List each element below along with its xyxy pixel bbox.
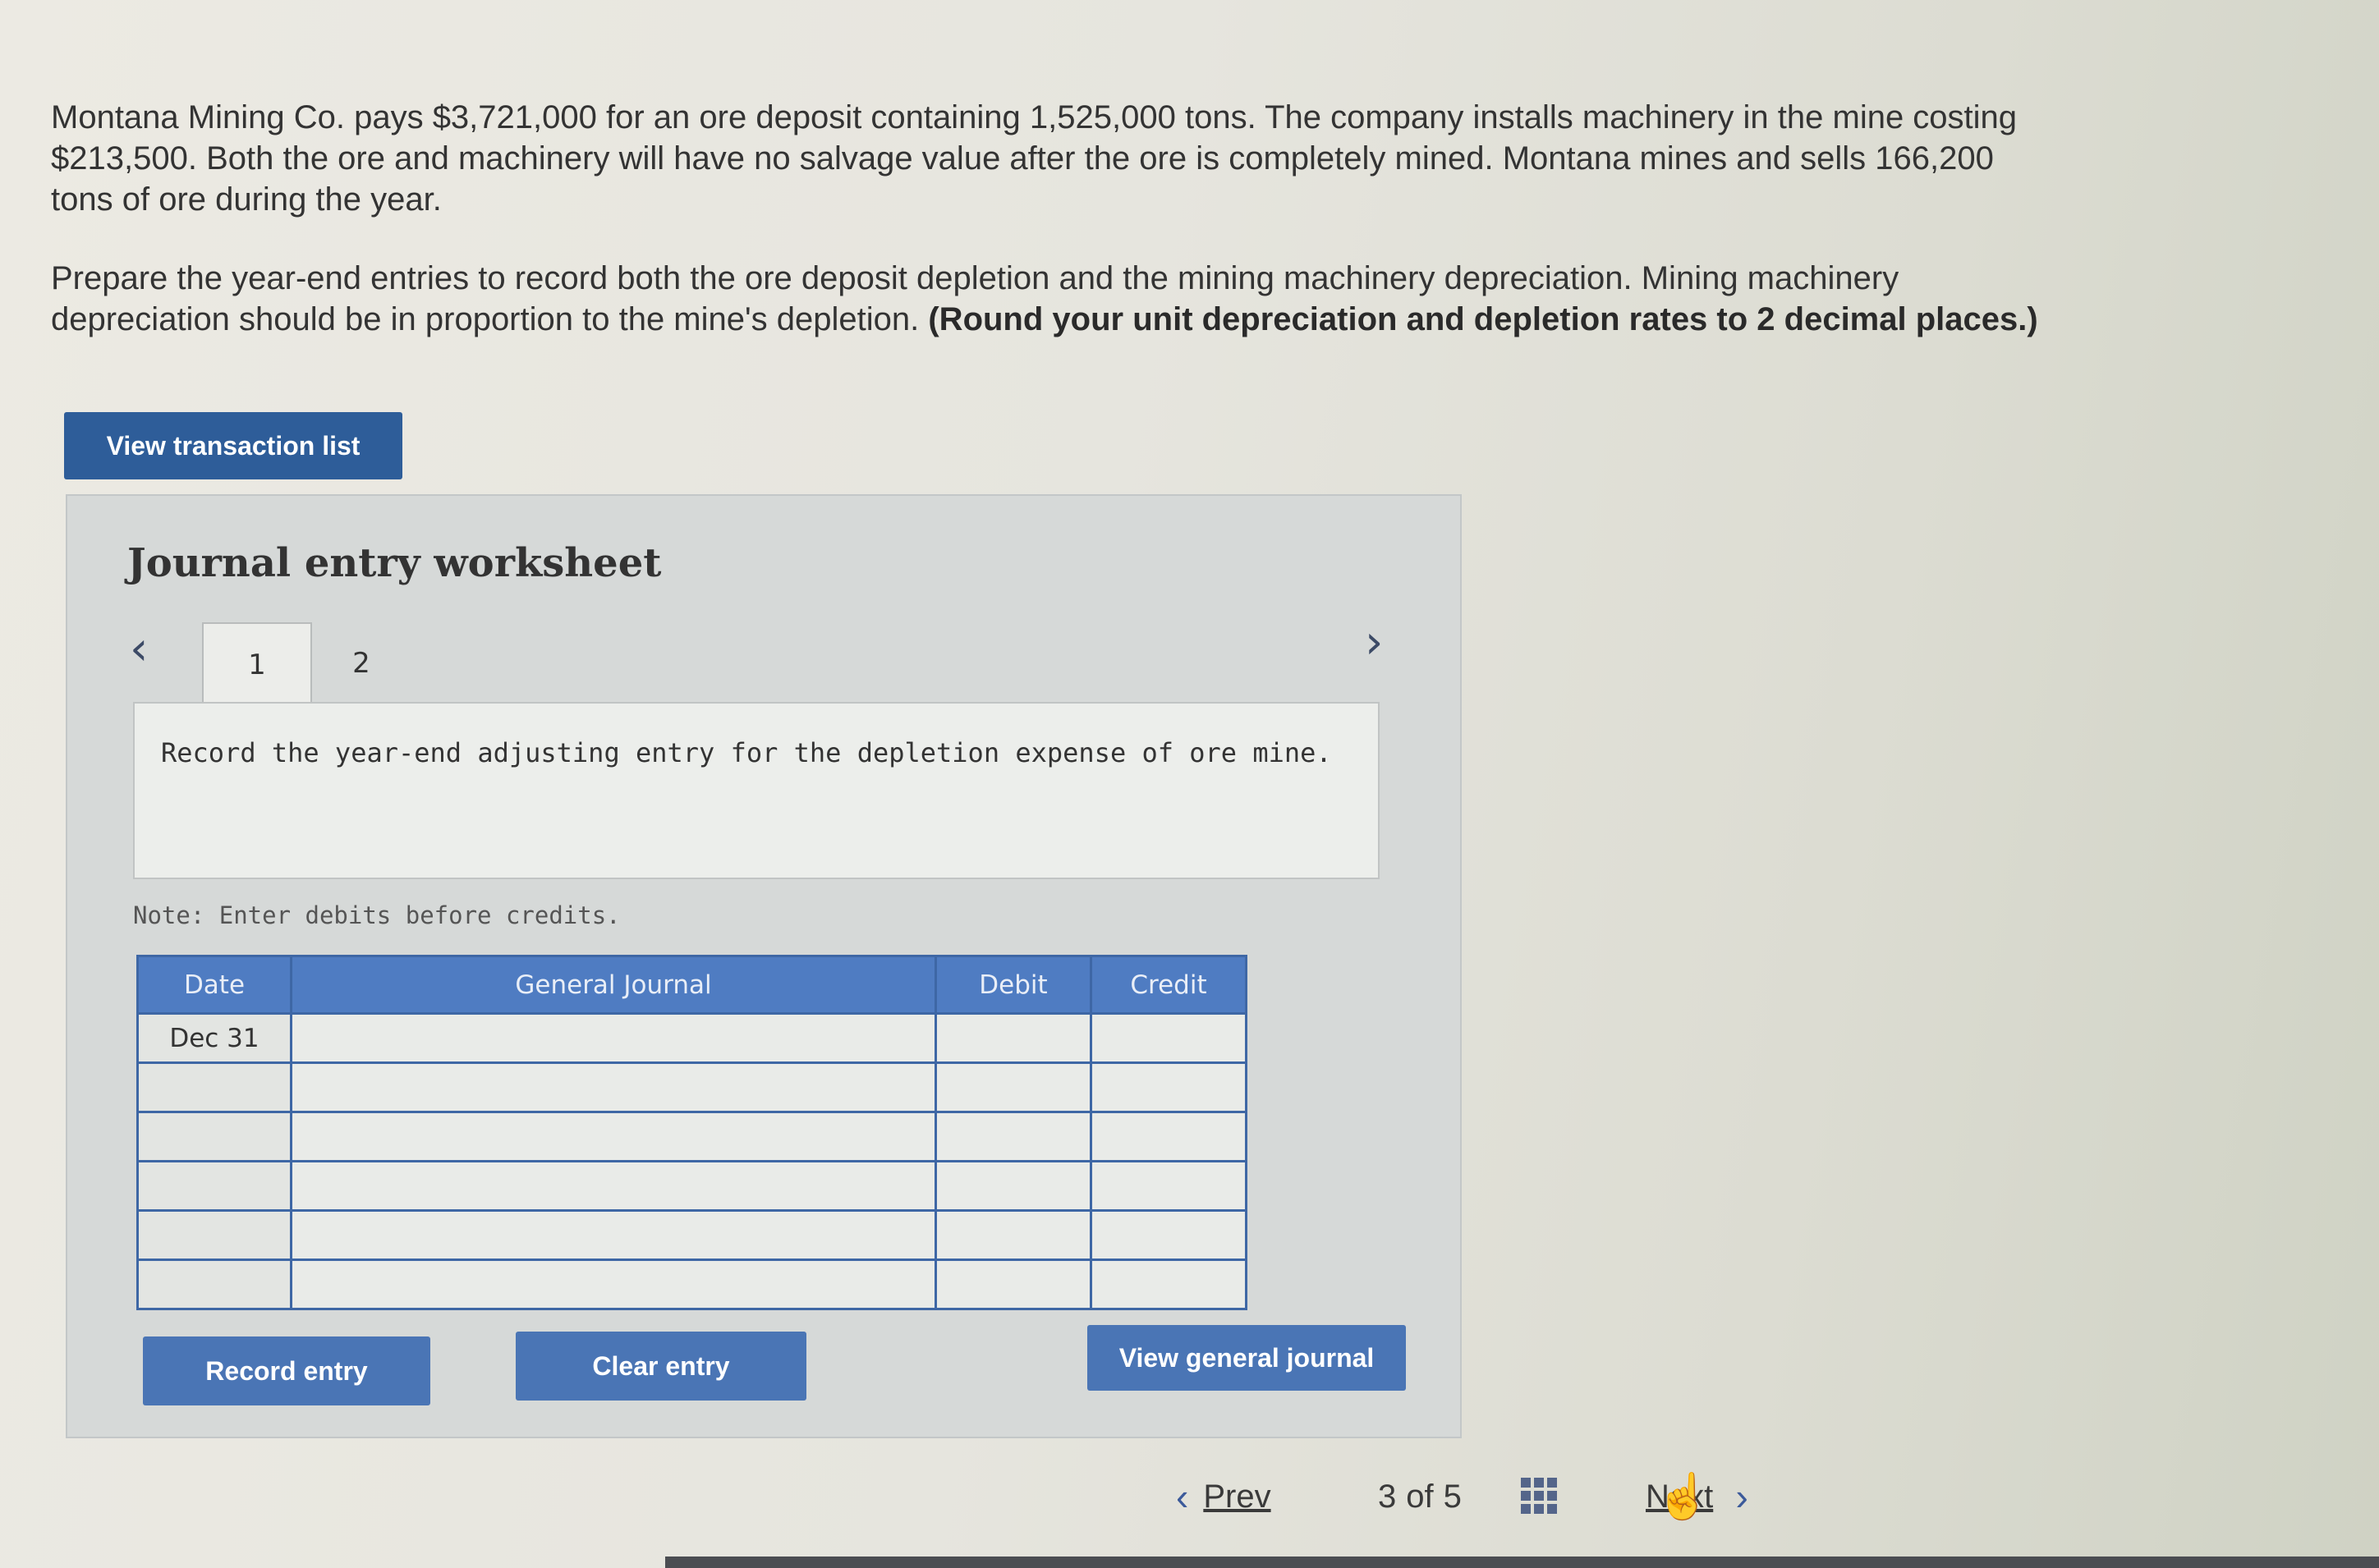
debit-input[interactable] xyxy=(935,1111,1092,1162)
note-text: Note: Enter debits before credits. xyxy=(133,901,621,929)
account-select[interactable] xyxy=(290,1012,937,1064)
page-of: of xyxy=(1406,1478,1434,1515)
date-cell xyxy=(136,1061,292,1113)
prev-link[interactable]: ‹ Prev xyxy=(1176,1468,1271,1525)
chevron-right-icon: › xyxy=(1735,1475,1748,1518)
table-row xyxy=(136,1209,1247,1261)
table-row xyxy=(136,1111,1247,1162)
total-pages: 5 xyxy=(1443,1478,1462,1515)
chevron-left-icon: ‹ xyxy=(1176,1475,1189,1518)
account-select[interactable] xyxy=(290,1259,937,1310)
debit-input[interactable] xyxy=(935,1259,1092,1310)
credit-input[interactable] xyxy=(1090,1012,1247,1064)
instruction-box xyxy=(133,702,1380,879)
date-cell: Dec 31 xyxy=(136,1012,292,1064)
problem-paragraph-2: Prepare the year-end entries to record b… xyxy=(51,258,2055,340)
table-row xyxy=(136,1160,1247,1212)
current-page: 3 xyxy=(1378,1478,1397,1515)
date-cell xyxy=(136,1160,292,1212)
date-cell xyxy=(136,1111,292,1162)
view-general-journal-button[interactable]: View general journal xyxy=(1087,1325,1406,1391)
chevron-left-icon[interactable]: ‹ xyxy=(130,622,148,676)
tab-2[interactable]: 2 xyxy=(328,622,394,704)
debit-input[interactable] xyxy=(935,1160,1092,1212)
chevron-right-icon[interactable]: › xyxy=(1365,616,1383,669)
table-row xyxy=(136,1259,1247,1310)
debit-input[interactable] xyxy=(935,1061,1092,1113)
clear-entry-button[interactable]: Clear entry xyxy=(516,1332,806,1401)
debit-input[interactable] xyxy=(935,1012,1092,1064)
account-select[interactable] xyxy=(290,1061,937,1113)
problem-paragraph-1: Montana Mining Co. pays $3,721,000 for a… xyxy=(51,99,2018,218)
prev-label: Prev xyxy=(1203,1478,1271,1515)
journal-header-row: Date General Journal Debit Credit xyxy=(136,955,1247,1015)
problem-statement: Montana Mining Co. pays $3,721,000 for a… xyxy=(51,97,2055,340)
account-select[interactable] xyxy=(290,1111,937,1162)
worksheet-title: Journal entry worksheet xyxy=(127,540,662,586)
table-row: Dec 31 xyxy=(136,1012,1247,1064)
view-transaction-list-button[interactable]: View transaction list xyxy=(64,412,402,479)
table-row xyxy=(136,1061,1247,1113)
date-cell xyxy=(136,1259,292,1310)
rounding-instruction: (Round your unit depreciation and deplet… xyxy=(928,301,2038,337)
date-cell xyxy=(136,1209,292,1261)
credit-input[interactable] xyxy=(1090,1061,1247,1113)
credit-column-header: Credit xyxy=(1090,955,1247,1015)
page-indicator: 3 of 5 xyxy=(1378,1468,1462,1525)
credit-input[interactable] xyxy=(1090,1209,1247,1261)
general-journal-column-header: General Journal xyxy=(290,955,937,1015)
bottom-bar xyxy=(665,1557,2379,1568)
instruction-text: Record the year-end adjusting entry for … xyxy=(161,737,1332,768)
hand-cursor-icon: ☝ xyxy=(1656,1471,1711,1521)
account-select[interactable] xyxy=(290,1209,937,1261)
debit-input[interactable] xyxy=(935,1209,1092,1261)
account-select[interactable] xyxy=(290,1160,937,1212)
credit-input[interactable] xyxy=(1090,1160,1247,1212)
grid-icon[interactable] xyxy=(1521,1478,1557,1514)
record-entry-button[interactable]: Record entry xyxy=(143,1336,430,1405)
next-link[interactable]: Next ☝ › xyxy=(1646,1468,1748,1525)
credit-input[interactable] xyxy=(1090,1259,1247,1310)
journal-table: Date General Journal Debit Credit Dec 31 xyxy=(136,955,1247,1310)
credit-input[interactable] xyxy=(1090,1111,1247,1162)
debit-column-header: Debit xyxy=(935,955,1092,1015)
date-column-header: Date xyxy=(136,955,292,1015)
tab-1[interactable]: 1 xyxy=(202,622,312,706)
